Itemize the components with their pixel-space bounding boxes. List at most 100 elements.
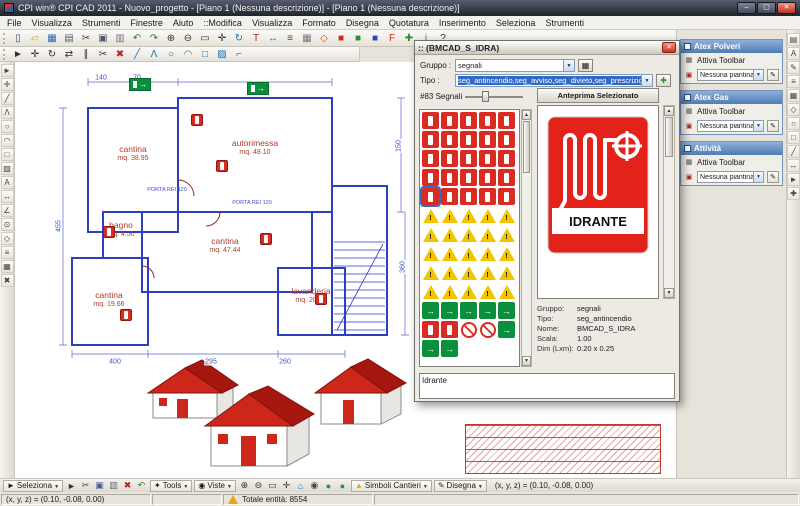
pan-tool-icon[interactable]: ✛	[1, 78, 14, 91]
arc-tool-icon[interactable]: ◠	[1, 134, 14, 147]
rescue-sign-60[interactable]	[422, 340, 439, 357]
menu-item-0-file[interactable]: File	[2, 18, 27, 28]
warning-sign-40[interactable]	[422, 264, 439, 281]
angle-tool-icon[interactable]: ∠	[1, 204, 14, 217]
menu-item-4-aiuto[interactable]: Aiuto	[168, 18, 199, 28]
flag-f-icon[interactable]: F	[384, 31, 400, 45]
scroll-up-icon[interactable]	[664, 106, 674, 116]
fire-safety-sign-10[interactable]	[422, 150, 439, 167]
pointer-icon[interactable]: ►	[787, 173, 800, 186]
seleziona-dropdown[interactable]: ► Seleziona	[3, 480, 63, 492]
save-icon[interactable]: ▦	[44, 31, 60, 45]
zoom-window-icon[interactable]: ▭	[197, 31, 213, 45]
add-icon[interactable]: ✚	[787, 187, 800, 200]
edit-piantina-button[interactable]: ✎	[767, 171, 779, 183]
rescue-sign-52[interactable]	[460, 302, 477, 319]
fire-safety-sign-11[interactable]	[441, 150, 458, 167]
line-icon[interactable]: ╱	[787, 145, 800, 158]
color-red-icon[interactable]: ■	[333, 31, 349, 45]
fire-safety-sign-5[interactable]	[422, 131, 439, 148]
warning-sign-28[interactable]	[479, 207, 496, 224]
offset-icon[interactable]: ∥	[78, 47, 94, 61]
erase-icon[interactable]: ✖	[121, 480, 134, 492]
anteprima-header[interactable]: Anteprima Selezionato	[537, 88, 659, 103]
edit-icon[interactable]: ✎	[787, 61, 800, 74]
undo-icon[interactable]: ↶	[129, 31, 145, 45]
dimension-icon[interactable]: ↔	[265, 31, 281, 45]
tipo-add-button[interactable]: ✚	[656, 74, 671, 87]
fire-safety-sign-15[interactable]	[422, 169, 439, 186]
toolbar-toggle-icon[interactable]: ▦	[684, 157, 694, 167]
scroll-thumb[interactable]	[665, 117, 673, 157]
fire-safety-sign-56[interactable]	[441, 321, 458, 338]
edit-piantina-button[interactable]: ✎	[767, 120, 779, 132]
snap-icon[interactable]: ◇	[787, 103, 800, 116]
zoom-extents-icon[interactable]: ▭	[266, 480, 279, 492]
copy-icon[interactable]: ▣	[93, 480, 106, 492]
rescue-sign-59[interactable]	[498, 321, 515, 338]
circle-icon[interactable]: ○	[787, 117, 800, 130]
warning-sign-36[interactable]	[441, 245, 458, 262]
open-folder-icon[interactable]: ▱	[27, 31, 43, 45]
fire-safety-sign-21[interactable]	[441, 188, 458, 205]
rect-tool-icon[interactable]: □	[1, 148, 14, 161]
fire-safety-sign-selected-20[interactable]	[422, 188, 439, 205]
rescue-sign-54[interactable]	[498, 302, 515, 319]
print-icon[interactable]: ▤	[61, 31, 77, 45]
move-icon[interactable]: ✛	[27, 47, 43, 61]
erase-icon[interactable]: ✖	[112, 47, 128, 61]
grid-scrollbar[interactable]	[521, 109, 532, 367]
menu-item-8-disegna[interactable]: Disegna	[341, 18, 384, 28]
warning-sign-31[interactable]	[441, 226, 458, 243]
panel-header[interactable]: Atex Polveri	[681, 40, 782, 53]
dim-tool-icon[interactable]: ↔	[1, 190, 14, 203]
fire-safety-sign-24[interactable]	[498, 188, 515, 205]
scroll-down-icon[interactable]	[664, 288, 674, 298]
layer-green-icon[interactable]: ●	[322, 480, 335, 492]
chevron-down-icon[interactable]	[641, 75, 652, 86]
preview-scrollbar[interactable]	[663, 105, 675, 299]
attiva-toolbar-row[interactable]: ▦Attiva Toolbar	[681, 104, 782, 118]
viste-dropdown[interactable]: ◉ Viste	[194, 480, 236, 492]
simboli-cantieri-dropdown[interactable]: ▲ Simboli Cantieri	[351, 480, 432, 492]
camera-icon[interactable]: ◉	[308, 480, 321, 492]
chevron-down-icon[interactable]	[753, 121, 763, 131]
cut-icon[interactable]: ✂	[78, 31, 94, 45]
description-box[interactable]: Idrante	[419, 373, 675, 399]
dim-linear-icon[interactable]: ⌐	[231, 47, 247, 61]
pointer-icon[interactable]: ►	[65, 480, 78, 492]
rescue-sign-51[interactable]	[441, 302, 458, 319]
close-button[interactable]	[777, 2, 796, 14]
pan-icon[interactable]: ✛	[280, 480, 293, 492]
panel-header[interactable]: Attività	[681, 142, 782, 155]
text-tool-icon[interactable]: T	[248, 31, 264, 45]
snap-tool-icon[interactable]: ◇	[1, 232, 14, 245]
rescue-sign-50[interactable]	[422, 302, 439, 319]
menu-item-9-quotatura[interactable]: Quotatura	[384, 18, 434, 28]
fire-safety-sign-18[interactable]	[479, 169, 496, 186]
menu-item-2-strumenti[interactable]: Strumenti	[77, 18, 126, 28]
fire-safety-sign-17[interactable]	[460, 169, 477, 186]
rect-icon[interactable]: □	[787, 131, 800, 144]
gruppo-combobox[interactable]: segnali	[455, 59, 575, 72]
warning-sign-26[interactable]	[441, 207, 458, 224]
menu-item-6-visualizza[interactable]: Visualizza	[247, 18, 297, 28]
warning-sign-47[interactable]	[460, 283, 477, 300]
cut-icon[interactable]: ✂	[79, 480, 92, 492]
piantina-dropdown[interactable]: Nessuna piantina	[697, 69, 764, 81]
tipo-combobox[interactable]: seg_antincendio,seg_avviso,seg_divieto,s…	[455, 74, 653, 87]
menu-item-5-modifica[interactable]: ::Modifica	[198, 18, 247, 28]
menu-item-3-finestre[interactable]: Finestre	[125, 18, 168, 28]
warning-sign-34[interactable]	[498, 226, 515, 243]
grid-icon[interactable]: ▦	[787, 89, 800, 102]
scroll-thumb[interactable]	[523, 121, 530, 173]
hatch-icon[interactable]: ▨	[214, 47, 230, 61]
fire-safety-sign-23[interactable]	[479, 188, 496, 205]
arc-icon[interactable]: ◠	[180, 47, 196, 61]
minimize-button[interactable]	[737, 2, 756, 14]
paste-icon[interactable]: ▥	[107, 480, 120, 492]
scroll-up-icon[interactable]	[522, 110, 531, 120]
color-blue-icon[interactable]: ■	[367, 31, 383, 45]
maximize-button[interactable]	[757, 2, 776, 14]
fire-safety-sign-2[interactable]	[460, 112, 477, 129]
